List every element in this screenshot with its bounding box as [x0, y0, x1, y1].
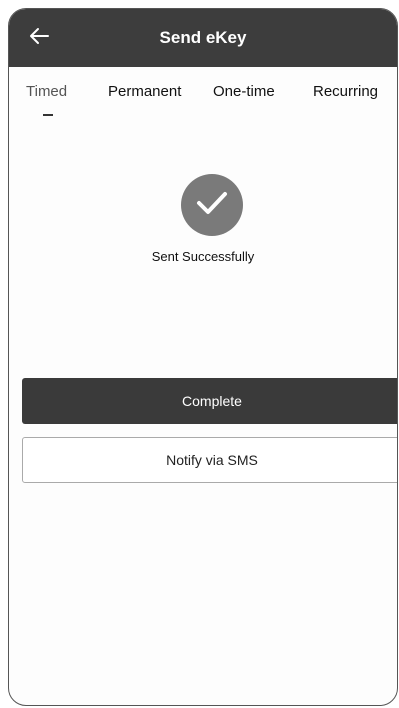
tab-timed[interactable]: Timed	[26, 83, 67, 100]
status-message: Sent Successfully	[151, 249, 255, 264]
notify-sms-button[interactable]: Notify via SMS	[22, 437, 397, 483]
page-title: Send eKey	[159, 28, 247, 47]
success-badge	[181, 174, 243, 236]
complete-button[interactable]: Complete	[22, 378, 397, 424]
top-bar: Send eKey	[9, 9, 397, 67]
app-screen: Send eKey Timed Permanent One-time Recur…	[8, 8, 398, 706]
active-tab-indicator	[43, 114, 53, 116]
ekey-type-tabs: Timed Permanent One-time Recurring	[9, 83, 397, 123]
tab-permanent[interactable]: Permanent	[108, 83, 181, 100]
tab-one-time[interactable]: One-time	[213, 83, 275, 100]
tab-recurring[interactable]: Recurring	[313, 83, 378, 100]
checkmark-icon	[195, 189, 229, 222]
